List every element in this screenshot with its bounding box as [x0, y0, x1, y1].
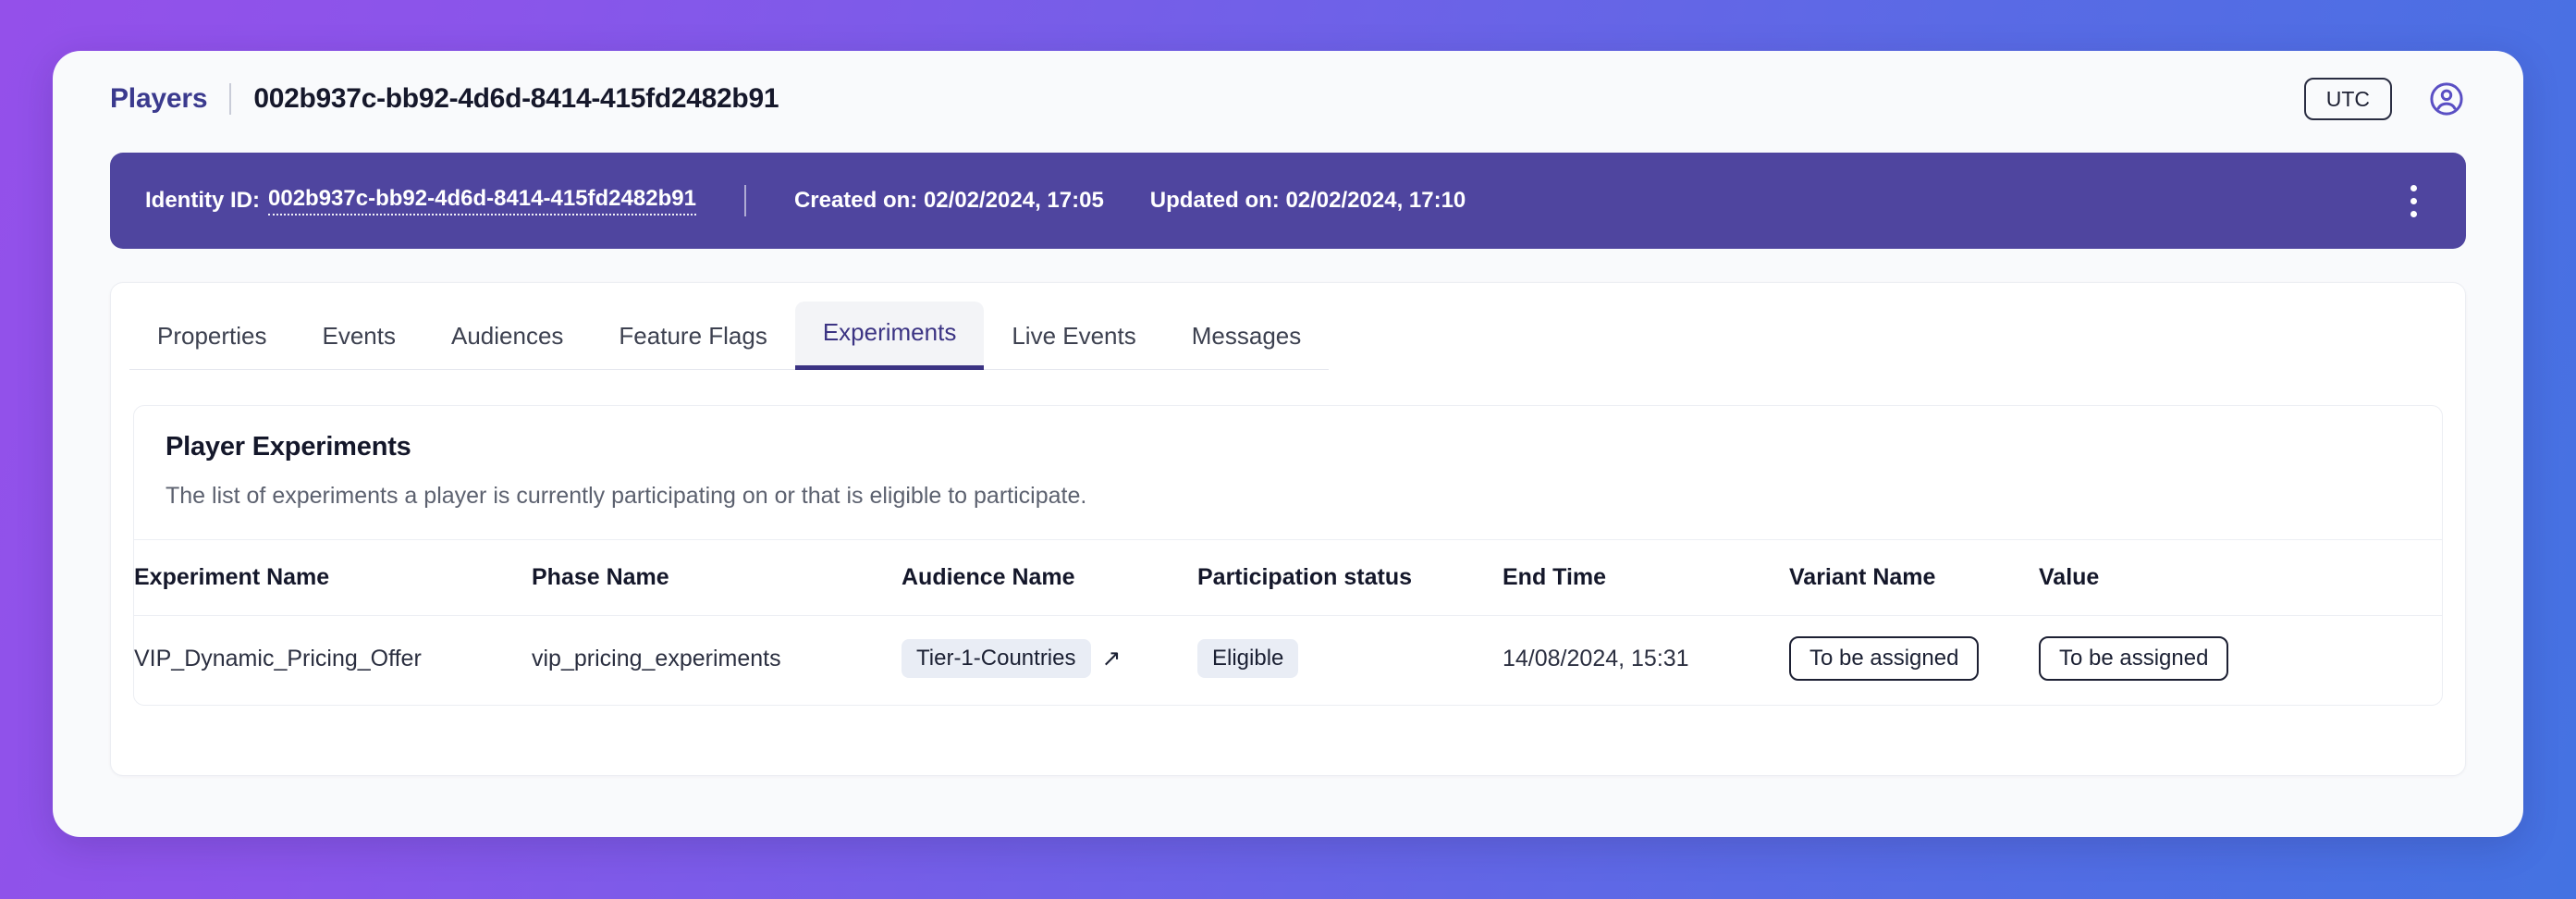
tab-messages[interactable]: Messages [1163, 305, 1330, 370]
tab-audiences[interactable]: Audiences [423, 305, 592, 370]
column-header-audience-name: Audience Name [902, 540, 1197, 616]
player-experiments-card: Player Experiments The list of experimen… [133, 405, 2443, 706]
cell-experiment-name: VIP_Dynamic_Pricing_Offer [134, 645, 422, 671]
header-actions: UTC [2303, 77, 2466, 121]
identity-banner-info: Identity ID: 002b937c-bb92-4d6d-8414-415… [145, 185, 2392, 216]
status-badge: Eligible [1197, 639, 1299, 678]
audience-chip-group: Tier-1-Countries ↗ [902, 639, 1121, 678]
cell-participation-status: Eligible [1197, 616, 1503, 706]
table-row: VIP_Dynamic_Pricing_Offer vip_pricing_ex… [134, 616, 2442, 706]
identity-banner: Identity ID: 002b937c-bb92-4d6d-8414-415… [110, 153, 2466, 249]
kebab-menu-icon[interactable] [2392, 177, 2435, 225]
breadcrumb-players-link[interactable]: Players [110, 83, 208, 115]
table-header-row: Experiment Name Phase Name Audience Name… [134, 540, 2442, 616]
tab-experiments[interactable]: Experiments [794, 302, 985, 370]
identity-id-value[interactable]: 002b937c-bb92-4d6d-8414-415fd2482b91 [268, 186, 696, 216]
cell-audience-name: Tier-1-Countries ↗ [902, 616, 1197, 706]
tab-rail-filler [1329, 369, 2447, 370]
identity-id-label: Identity ID: [145, 188, 260, 213]
timezone-button[interactable]: UTC [2303, 77, 2392, 121]
identity-banner-divider [743, 185, 746, 216]
tab-properties[interactable]: Properties [129, 305, 295, 370]
experiments-table-body: VIP_Dynamic_Pricing_Offer vip_pricing_ex… [134, 616, 2442, 706]
page-header: Players 002b937c-bb92-4d6d-8414-415fd248… [53, 51, 2523, 147]
column-header-experiment-name: Experiment Name [134, 540, 532, 616]
column-header-value: Value [2039, 540, 2442, 616]
value-pill[interactable]: To be assigned [2039, 636, 2229, 681]
tab-events[interactable]: Events [294, 305, 423, 370]
variant-name-pill[interactable]: To be assigned [1789, 636, 1980, 681]
tab-live-events[interactable]: Live Events [984, 305, 1164, 370]
tab-feature-flags[interactable]: Feature Flags [591, 305, 795, 370]
experiments-table-head: Experiment Name Phase Name Audience Name… [134, 540, 2442, 616]
external-link-arrow-icon[interactable]: ↗ [1102, 647, 1122, 671]
experiments-table: Experiment Name Phase Name Audience Name… [134, 540, 2442, 705]
breadcrumb: Players 002b937c-bb92-4d6d-8414-415fd248… [110, 83, 2304, 115]
updated-on-text: Updated on: 02/02/2024, 17:10 [1149, 188, 1466, 213]
cell-end-time: 14/08/2024, 15:31 [1503, 645, 1689, 671]
created-on-text: Created on: 02/02/2024, 17:05 [793, 188, 1104, 213]
cell-variant-name: To be assigned [1789, 616, 2039, 706]
cell-value: To be assigned [2039, 616, 2442, 706]
breadcrumb-current-id: 002b937c-bb92-4d6d-8414-415fd2482b91 [253, 83, 779, 114]
audience-chip[interactable]: Tier-1-Countries [902, 639, 1091, 678]
player-experiments-title: Player Experiments [166, 432, 411, 462]
user-circle-icon[interactable] [2427, 80, 2466, 118]
content-panel: Properties Events Audiences Feature Flag… [110, 282, 2466, 776]
column-header-participation-status: Participation status [1197, 540, 1503, 616]
breadcrumb-divider [229, 83, 232, 115]
tab-bar: Properties Events Audiences Feature Flag… [111, 283, 2465, 370]
column-header-phase-name: Phase Name [532, 540, 902, 616]
main-card: Players 002b937c-bb92-4d6d-8414-415fd248… [53, 51, 2523, 837]
column-header-variant-name: Variant Name [1789, 540, 2039, 616]
column-header-end-time: End Time [1503, 540, 1789, 616]
player-experiments-description: The list of experiments a player is curr… [134, 462, 2442, 540]
cell-phase-name: vip_pricing_experiments [532, 645, 781, 671]
